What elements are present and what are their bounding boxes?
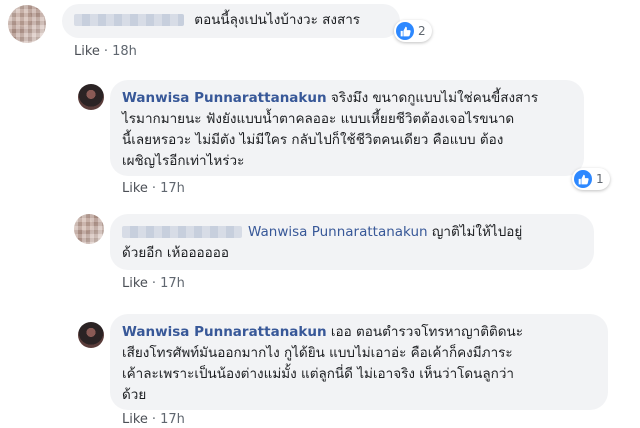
comment-text-line: เออ ตอนตำรวจโทรหาญาติติดนะ [330, 324, 523, 340]
comment-bubble: Wanwisa Punnarattanakun จริงมึง ขนาดกูแบ… [110, 80, 584, 176]
comment-text-line: ไรมากมายนะ ฟังยังแบบน้ำตาคลออะ แบบเหี้ยย… [122, 111, 515, 127]
comment-bubble: Wanwisa Punnarattanakun เออ ตอนตำรวจโทรห… [110, 314, 608, 410]
author-name[interactable]: Wanwisa Punnarattanakun [122, 90, 327, 106]
timestamp[interactable]: 17h [160, 181, 185, 196]
avatar[interactable] [74, 214, 104, 244]
comment-text-line: จริงมึง ขนาดกูแบบไม่ใช่คนขี้สงสาร [330, 90, 539, 106]
comment-meta: Like · 17h [122, 412, 185, 427]
reaction-count: 1 [596, 172, 604, 186]
comment-meta: Like · 18h [74, 44, 137, 59]
comment-text-line: เสียงโทรศัพท์มันออกมากไง กูได้ยิน แบบไม่… [122, 345, 513, 361]
like-link[interactable]: Like [122, 181, 148, 196]
reaction-count: 2 [418, 24, 426, 38]
avatar[interactable] [8, 5, 46, 43]
author-name-blurred[interactable] [122, 226, 242, 238]
comment-text-line: ญาติไม่ให้ไปอยู่ [431, 224, 523, 240]
comment-bubble: ตอนนี้ลุงเปนไงบ้างวะ สงสาร [62, 4, 400, 38]
timestamp[interactable]: 17h [160, 412, 185, 427]
comment-text-line: ด้วย [122, 387, 147, 403]
thumbs-up-icon [574, 170, 592, 188]
avatar[interactable] [78, 84, 104, 110]
like-link[interactable]: Like [122, 276, 148, 291]
author-name[interactable]: Wanwisa Punnarattanakun [122, 324, 327, 340]
timestamp[interactable]: 17h [160, 276, 185, 291]
timestamp[interactable]: 18h [112, 44, 137, 59]
thumbs-up-icon [396, 22, 414, 40]
comment-text-line: เค้าละเพราะเป็นน้องต่างแม่มั้ง แต่ลูกนี่… [122, 366, 515, 382]
comment-meta: Like · 17h [122, 276, 185, 291]
comment-text: ตอนนี้ลุงเปนไงบ้างวะ สงสาร [194, 12, 361, 28]
reaction-badge[interactable]: 1 [572, 168, 610, 190]
avatar[interactable] [78, 322, 104, 348]
comment-bubble: Wanwisa Punnarattanakun ญาติไม่ให้ไปอยู่… [110, 214, 594, 270]
comment-text-line: เผชิญไรอีกเท่าไหร่วะ [122, 153, 245, 169]
author-name-blurred[interactable] [74, 14, 184, 26]
like-link[interactable]: Like [122, 412, 148, 427]
comment-meta: Like · 17h [122, 181, 185, 196]
comment-text-line: นี้เลยหรอวะ ไม่มีตัง ไม่มีใคร กลับไปก็ใช… [122, 132, 504, 148]
tagged-user[interactable]: Wanwisa Punnarattanakun [248, 224, 428, 240]
comment-text-line: ด้วยอีก เห้ออออออ [122, 245, 229, 261]
reaction-badge[interactable]: 2 [394, 20, 432, 42]
like-link[interactable]: Like [74, 44, 100, 59]
